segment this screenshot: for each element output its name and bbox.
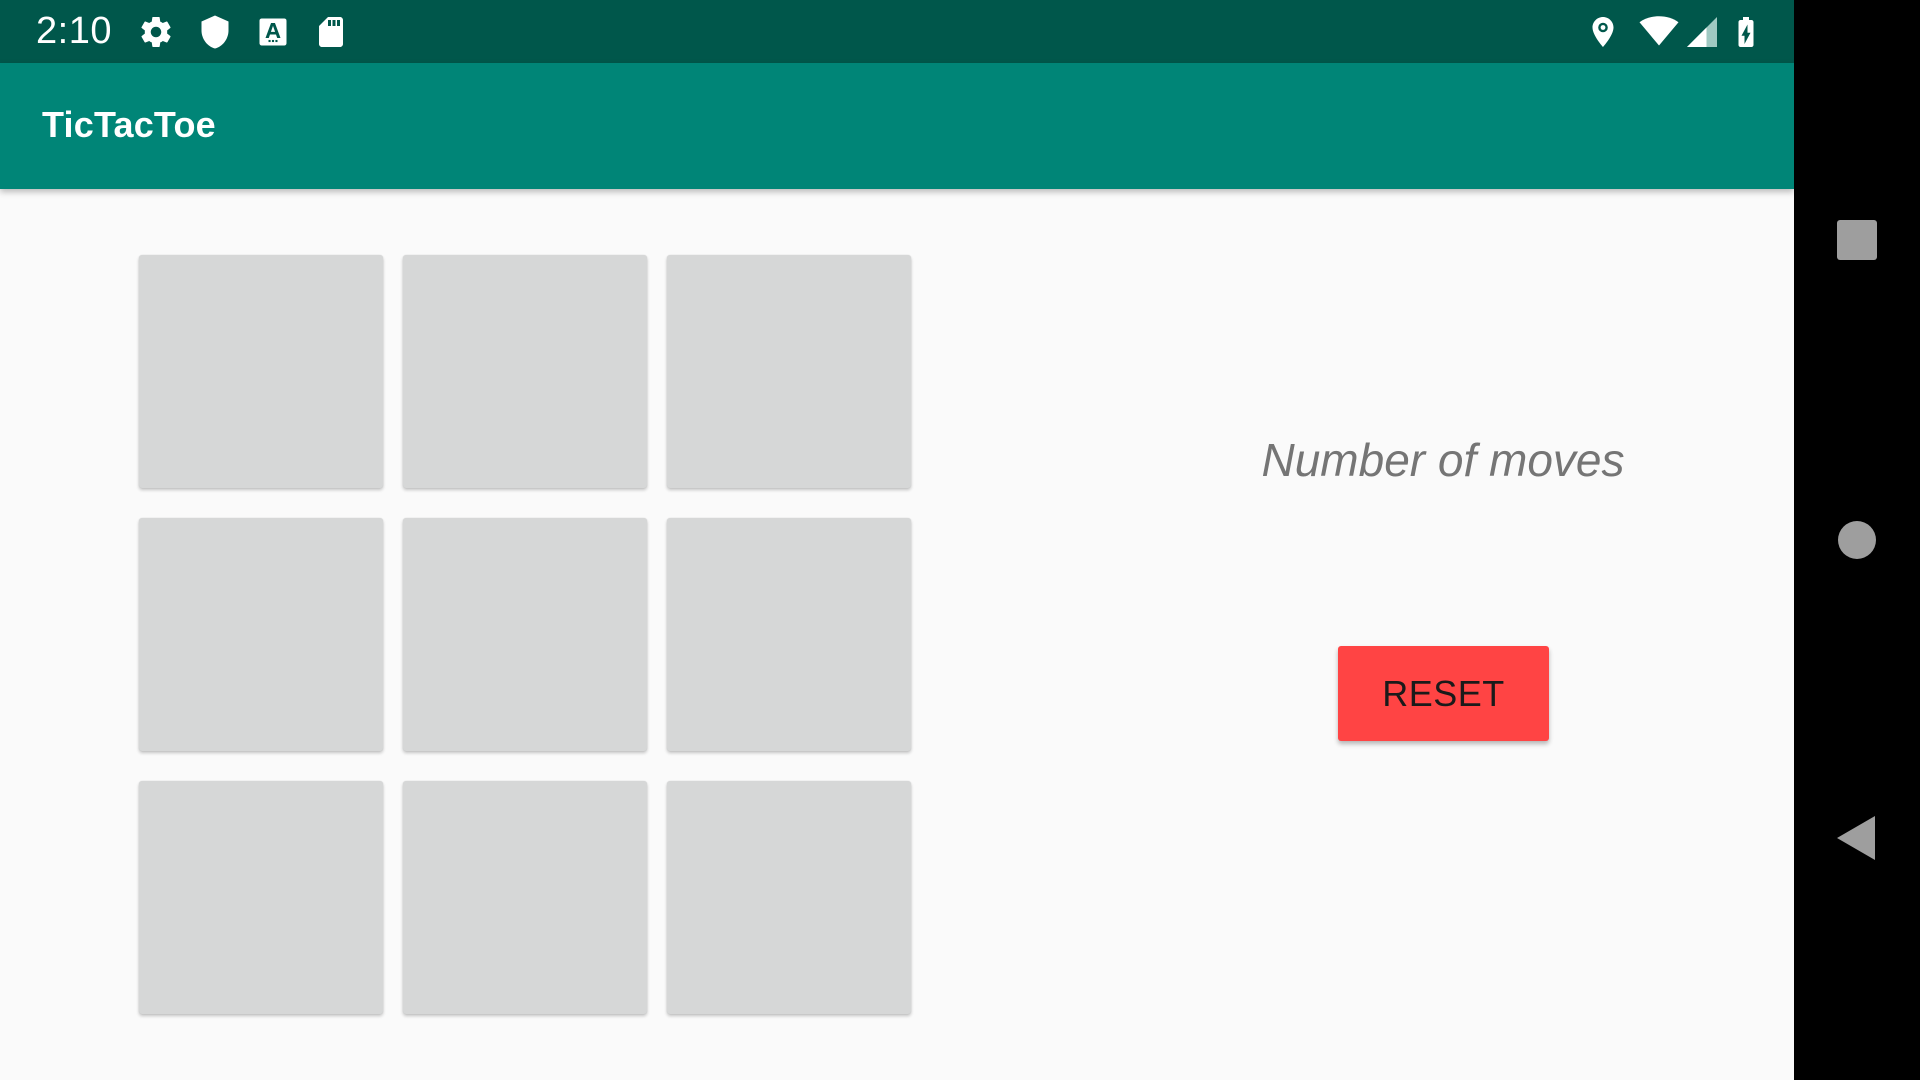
sd-card-icon: [313, 14, 349, 50]
device-frame: 2:10 TicTacToe Number of moves RESET: [0, 0, 1920, 1080]
reset-button[interactable]: RESET: [1338, 646, 1549, 741]
status-time: 2:10: [36, 10, 112, 52]
cell-signal-icon: [1684, 14, 1720, 50]
board-cell-3-2[interactable]: [403, 781, 647, 1014]
board-cell-2-1[interactable]: [139, 518, 383, 751]
game-board: [139, 255, 911, 1015]
app-title: TicTacToe: [42, 104, 216, 145]
shield-icon: [197, 14, 233, 50]
board-cell-3-1[interactable]: [139, 781, 383, 1014]
navigation-bar: [1794, 0, 1920, 1080]
wifi-icon: [1638, 14, 1680, 50]
recents-square-icon[interactable]: [1817, 200, 1897, 280]
board-cell-1-1[interactable]: [139, 255, 383, 488]
gear-icon: [138, 14, 174, 50]
location-pin-icon: [1585, 14, 1621, 50]
font-a-icon: [255, 14, 291, 50]
board-cell-2-3[interactable]: [667, 518, 911, 751]
board-cell-2-2[interactable]: [403, 518, 647, 751]
home-circle-icon[interactable]: [1817, 500, 1897, 580]
back-triangle-icon[interactable]: [1817, 798, 1897, 878]
board-cell-1-2[interactable]: [403, 255, 647, 488]
board-cell-3-3[interactable]: [667, 781, 911, 1014]
moves-label: Number of moves: [1261, 434, 1625, 486]
board-cell-1-3[interactable]: [667, 255, 911, 488]
battery-charging-icon: [1728, 14, 1764, 50]
status-bar: 2:10: [0, 0, 1794, 63]
app-bar: TicTacToe: [0, 63, 1794, 189]
app-screen: 2:10 TicTacToe Number of moves RESET: [0, 0, 1794, 1080]
